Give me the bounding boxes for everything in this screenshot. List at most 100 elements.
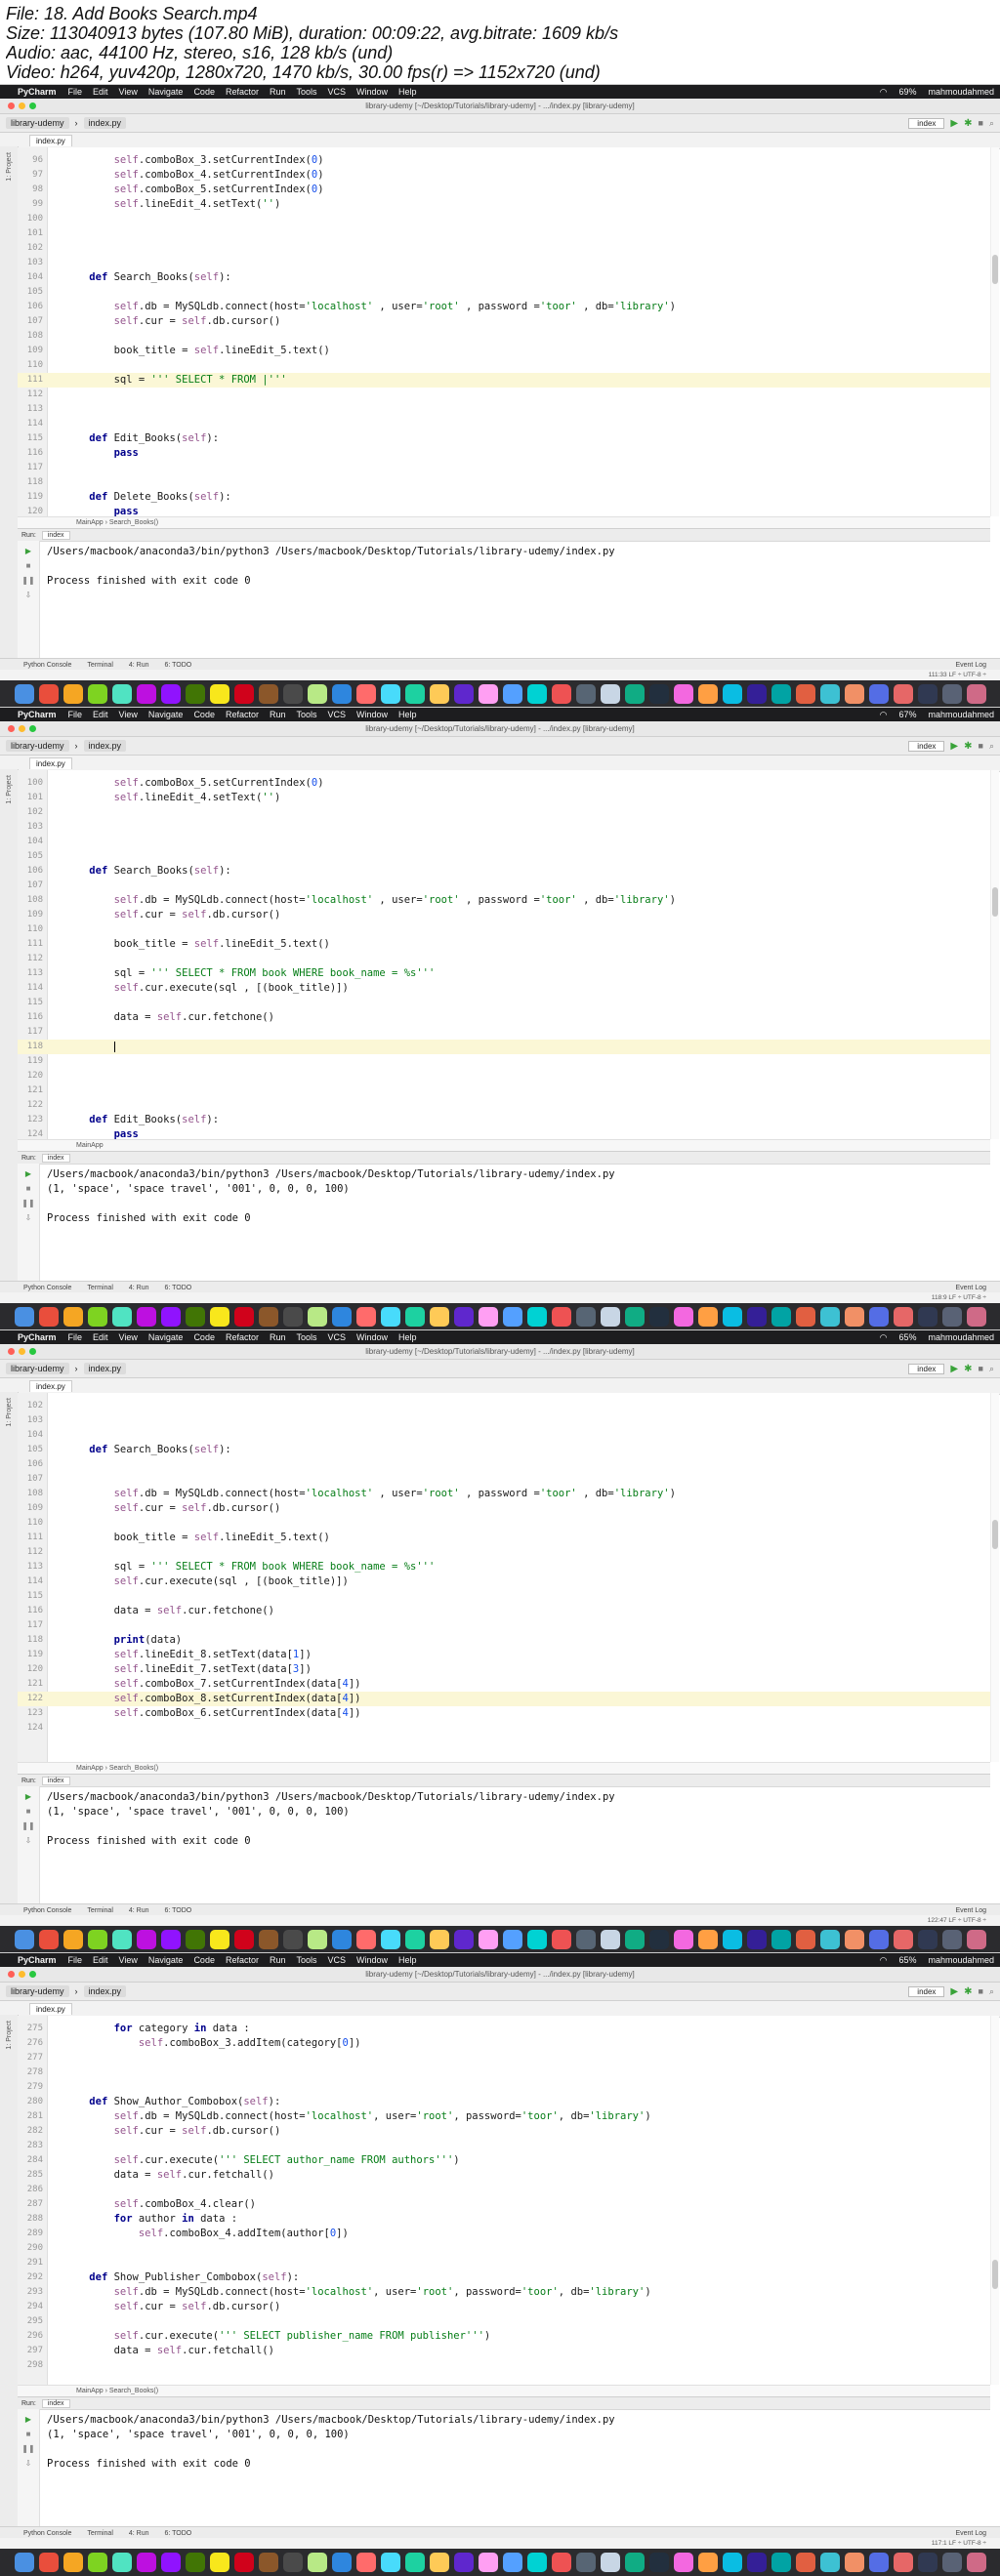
code-line[interactable]: 297 data = self.cur.fetchall(): [18, 2344, 990, 2358]
code-line[interactable]: 105: [18, 285, 990, 300]
wifi-icon[interactable]: ◠: [880, 87, 888, 98]
menubar-app-name[interactable]: PyCharm: [18, 1955, 57, 1965]
dock-app-icon[interactable]: [404, 2553, 425, 2572]
dock-app-icon[interactable]: [404, 1307, 425, 1327]
code-line[interactable]: 109 self.cur = self.db.cursor(): [18, 1501, 990, 1516]
menubar-user[interactable]: mahmoudahmed: [928, 87, 994, 97]
code-line[interactable]: 112: [18, 388, 990, 402]
code-line[interactable]: 102: [18, 805, 990, 820]
run-tool-tab[interactable]: 4: Run: [129, 662, 149, 669]
nav-crumb-file[interactable]: index.py: [83, 740, 127, 752]
code-line[interactable]: 114: [18, 417, 990, 431]
menu-item-file[interactable]: File: [68, 87, 83, 97]
dock-app-icon[interactable]: [697, 684, 718, 704]
stop-run-icon[interactable]: ■: [18, 2430, 39, 2438]
dock-app-icon[interactable]: [185, 2553, 205, 2572]
dock-app-icon[interactable]: [355, 1307, 376, 1327]
nav-crumb-project[interactable]: library-udemy: [6, 1363, 69, 1374]
dock-app-icon[interactable]: [136, 1930, 156, 1949]
dock-app-icon[interactable]: [136, 684, 156, 704]
terminal-tab[interactable]: Terminal: [87, 2530, 112, 2537]
code-line[interactable]: 100 self.comboBox_5.setCurrentIndex(0): [18, 776, 990, 791]
debug-icon[interactable]: ✱: [964, 1986, 972, 1997]
code-line[interactable]: 116 data = self.cur.fetchone(): [18, 1010, 990, 1025]
menu-item-code[interactable]: Code: [193, 87, 215, 97]
dock-app-icon[interactable]: [673, 1307, 693, 1327]
code-line[interactable]: 106 self.db = MySQLdb.connect(host='loca…: [18, 300, 990, 314]
run-tool-tab[interactable]: 4: Run: [129, 1907, 149, 1914]
dock-app-icon[interactable]: [160, 1307, 181, 1327]
code-line[interactable]: 121 self.comboBox_7.setCurrentIndex(data…: [18, 1677, 990, 1692]
dock-app-icon[interactable]: [453, 684, 474, 704]
rerun-icon[interactable]: ▶: [18, 1169, 39, 1178]
menu-item-help[interactable]: Help: [398, 1332, 417, 1342]
menu-item-code[interactable]: Code: [193, 1332, 215, 1342]
menu-item-refactor[interactable]: Refactor: [226, 87, 259, 97]
nav-crumb-project[interactable]: library-udemy: [6, 740, 69, 752]
dock-app-icon[interactable]: [868, 684, 889, 704]
run-config-select[interactable]: index: [908, 1363, 945, 1374]
code-line[interactable]: 118: [18, 475, 990, 490]
dock-app-icon[interactable]: [404, 684, 425, 704]
dock-app-icon[interactable]: [429, 1307, 449, 1327]
dock-app-icon[interactable]: [844, 2553, 864, 2572]
run-tab-index[interactable]: index: [41, 1153, 70, 1163]
code-line[interactable]: 109 book_title = self.lineEdit_5.text(): [18, 344, 990, 358]
menu-item-view[interactable]: View: [119, 710, 138, 719]
menu-item-vcs[interactable]: VCS: [328, 87, 347, 97]
code-line[interactable]: 114 self.cur.execute(sql , [(book_title)…: [18, 981, 990, 996]
dock-app-icon[interactable]: [502, 1307, 522, 1327]
code-line[interactable]: 109 self.cur = self.db.cursor(): [18, 908, 990, 922]
run-icon[interactable]: ▶: [950, 741, 958, 752]
menu-item-edit[interactable]: Edit: [93, 87, 108, 97]
menubar-user[interactable]: mahmoudahmed: [928, 1332, 994, 1342]
dock-app-icon[interactable]: [966, 684, 986, 704]
code-line[interactable]: 124: [18, 1721, 990, 1736]
debug-icon[interactable]: ✱: [964, 118, 972, 129]
debug-icon[interactable]: ✱: [964, 741, 972, 752]
dock-app-icon[interactable]: [771, 2553, 791, 2572]
menu-item-refactor[interactable]: Refactor: [226, 710, 259, 719]
menu-item-window[interactable]: Window: [356, 87, 388, 97]
code-line[interactable]: 112: [18, 1545, 990, 1560]
dock-app-icon[interactable]: [673, 1930, 693, 1949]
code-line[interactable]: 102: [18, 241, 990, 256]
code-line[interactable]: 123 def Edit_Books(self):: [18, 1113, 990, 1127]
dock-app-icon[interactable]: [282, 1930, 303, 1949]
menu-item-code[interactable]: Code: [193, 1955, 215, 1965]
menu-item-navigate[interactable]: Navigate: [148, 87, 184, 97]
dock-app-icon[interactable]: [258, 1930, 278, 1949]
dock-app-icon[interactable]: [111, 1307, 132, 1327]
dock-app-icon[interactable]: [429, 2553, 449, 2572]
python-console-tab[interactable]: Python Console: [23, 662, 71, 669]
dock-app-icon[interactable]: [478, 2553, 498, 2572]
run-tab-index[interactable]: index: [41, 530, 70, 540]
dock-app-icon[interactable]: [282, 1307, 303, 1327]
code-line[interactable]: 110: [18, 1516, 990, 1531]
pause-icon[interactable]: ❚❚: [18, 1821, 39, 1830]
code-line[interactable]: 104 def Search_Books(self):: [18, 270, 990, 285]
dock-app-icon[interactable]: [87, 1930, 107, 1949]
code-line[interactable]: 117: [18, 1025, 990, 1040]
dock-app-icon[interactable]: [355, 2553, 376, 2572]
dock-app-icon[interactable]: [819, 1930, 840, 1949]
dock-app-icon[interactable]: [575, 684, 596, 704]
run-tab-index[interactable]: index: [41, 1776, 70, 1785]
dock-app-icon[interactable]: [160, 2553, 181, 2572]
dock-app-icon[interactable]: [160, 1930, 181, 1949]
scrollbar-thumb[interactable]: [992, 2260, 998, 2289]
code-line[interactable]: 96 self.comboBox_3.setCurrentIndex(0): [18, 153, 990, 168]
dock-app-icon[interactable]: [14, 1930, 34, 1949]
pause-icon[interactable]: ❚❚: [18, 1199, 39, 1207]
code-line[interactable]: 108 self.db = MySQLdb.connect(host='loca…: [18, 1487, 990, 1501]
menu-item-navigate[interactable]: Navigate: [148, 710, 184, 719]
code-line[interactable]: 107: [18, 879, 990, 893]
dock-app-icon[interactable]: [233, 1930, 254, 1949]
dock-app-icon[interactable]: [551, 2553, 571, 2572]
dock-app-icon[interactable]: [526, 2553, 547, 2572]
code-line[interactable]: 286: [18, 2183, 990, 2197]
code-line[interactable]: 289 self.comboBox_4.addItem(author[0]): [18, 2227, 990, 2241]
wifi-icon[interactable]: ◠: [880, 1955, 888, 1966]
dock-app-icon[interactable]: [526, 684, 547, 704]
stop-run-icon[interactable]: ■: [18, 561, 39, 570]
